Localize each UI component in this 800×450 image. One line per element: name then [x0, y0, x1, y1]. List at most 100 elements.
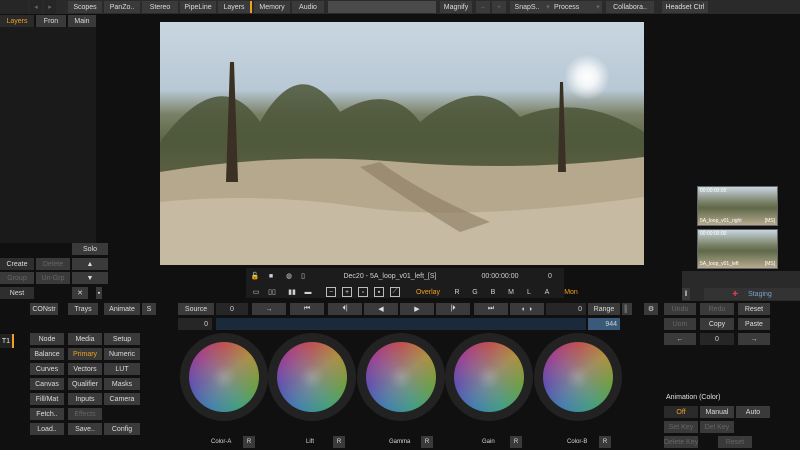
menu-camera[interactable]: Camera [104, 393, 140, 405]
menu-empty-field[interactable] [328, 1, 436, 13]
counter-field[interactable]: 0 [700, 333, 734, 345]
lift-wheel[interactable] [268, 333, 356, 421]
menu-qualifier[interactable]: Qualifier [68, 378, 102, 390]
menu-numeric[interactable]: Numeric [104, 348, 140, 360]
view-wipe-icon[interactable]: ▬ [302, 287, 314, 297]
move-down-icon[interactable]: ▼ [72, 272, 108, 284]
close-icon[interactable]: ✕ [72, 287, 88, 299]
source-frame[interactable]: 0 [216, 303, 248, 315]
camera-icon[interactable]: ■ [264, 271, 278, 281]
source-value[interactable]: 0 [178, 318, 212, 330]
skip-start-icon[interactable]: ⏮ [290, 303, 324, 315]
view-split-icon[interactable]: ▮▮ [286, 287, 298, 297]
menu-blank-button[interactable] [0, 0, 28, 14]
color-a-wheel[interactable] [180, 333, 268, 421]
menu-vectors[interactable]: Vectors [68, 363, 102, 375]
move-up-icon[interactable]: ▲ [72, 258, 108, 270]
menu-pipeline[interactable]: PipeLine [180, 1, 216, 13]
menu-collabora[interactable]: Collabora.. [606, 1, 654, 13]
view-dual-icon[interactable]: ▯▯ [266, 287, 278, 297]
uom-button[interactable]: Uom [664, 318, 696, 330]
animation-reset-button[interactable]: Reset [718, 436, 752, 448]
solo-button[interactable]: Solo [72, 243, 108, 255]
menu-primary[interactable]: Primary [68, 348, 102, 360]
zoom-in-icon[interactable]: + [342, 287, 352, 297]
trash-icon[interactable]: ▯ [298, 271, 308, 281]
channel-g[interactable]: G [470, 287, 480, 297]
panel-collapse-icon[interactable]: ▪ [96, 287, 102, 299]
gain-wheel[interactable] [445, 333, 533, 421]
play-icon[interactable]: ▶ [400, 303, 434, 315]
menu-fetch[interactable]: Fetch.. [30, 408, 64, 420]
color-b-reset[interactable]: R [599, 436, 611, 448]
frame-icon[interactable]: ▪ [374, 287, 384, 297]
range-value[interactable]: 944 [588, 318, 620, 330]
color-a-reset[interactable]: R [243, 436, 255, 448]
globe-icon[interactable]: ◍ [284, 271, 294, 281]
color-b-wheel[interactable] [534, 333, 622, 421]
tab-trays[interactable]: Trays [68, 303, 98, 315]
delete-key-button[interactable]: Delete Key [664, 436, 698, 448]
monitor-toggle[interactable]: Mon [562, 287, 580, 297]
animation-manual[interactable]: Manual [700, 406, 734, 418]
mark-in-out-icon[interactable]: ◐ ◑ [510, 303, 544, 315]
tab-constr[interactable]: CONstr [30, 303, 58, 315]
track-t1[interactable]: T1 [0, 334, 14, 348]
undo-button[interactable]: Undo [664, 303, 696, 315]
menu-audio[interactable]: Audio [292, 1, 324, 13]
create-button[interactable]: Create [0, 258, 34, 270]
del-key-button[interactable]: Del Key [700, 421, 734, 433]
gamma-wheel[interactable] [357, 333, 445, 421]
source-button[interactable]: Source [178, 303, 214, 315]
animation-off[interactable]: Off [664, 406, 698, 418]
skip-end-icon[interactable]: ⏭ [474, 303, 508, 315]
snapshot-dropdown-icon[interactable]: ▾ [544, 1, 552, 13]
step-forward-icon[interactable]: |⏵ [436, 303, 470, 315]
nest-button[interactable]: Nest [0, 287, 34, 299]
channel-r[interactable]: R [452, 287, 462, 297]
reset-button[interactable]: Reset [738, 303, 770, 315]
menu-memory[interactable]: Memory [254, 1, 290, 13]
view-single-icon[interactable]: ▭ [250, 287, 262, 297]
tab-animate[interactable]: Animate [104, 303, 140, 315]
thumbnail-right[interactable]: 00:00:00:00 5A_loop_v01_right [MS] [697, 186, 778, 226]
process-dropdown-icon[interactable]: ▾ [594, 1, 602, 13]
menu-inputs[interactable]: Inputs [68, 393, 102, 405]
next-arrow-icon[interactable]: → [738, 333, 770, 345]
ungroup-button[interactable]: Un-Grp [36, 272, 70, 284]
menu-node[interactable]: Node [30, 333, 64, 345]
menu-magnify[interactable]: Magnify [440, 1, 472, 13]
menu-save[interactable]: Save.. [68, 423, 102, 435]
redo-button[interactable]: Redo [700, 303, 734, 315]
menu-media[interactable]: Media [68, 333, 102, 345]
animation-auto[interactable]: Auto [736, 406, 770, 418]
staging-button[interactable]: ✚ Staging [704, 288, 800, 300]
staging-pause-icon[interactable]: ‖ [682, 288, 690, 300]
channel-m[interactable]: M [506, 287, 516, 297]
menu-setup[interactable]: Setup [104, 333, 140, 345]
video-viewer[interactable] [160, 22, 644, 265]
channel-a[interactable]: A [542, 287, 552, 297]
settings-gear-icon[interactable]: ⚙ [644, 303, 658, 315]
plus-icon[interactable]: + [492, 1, 506, 13]
channel-l[interactable]: L [524, 287, 534, 297]
menu-back-icon[interactable]: ◂ [30, 0, 42, 14]
menu-stereo[interactable]: Stereo [142, 1, 178, 13]
goto-icon[interactable]: → [252, 303, 286, 315]
tab-from[interactable]: Fron [36, 15, 66, 27]
menu-canvas[interactable]: Canvas [30, 378, 64, 390]
paste-button[interactable]: Paste [738, 318, 770, 330]
delete-button[interactable]: Delete [36, 258, 70, 270]
menu-scopes[interactable]: Scopes [68, 1, 102, 13]
menu-masks[interactable]: Masks [104, 378, 140, 390]
menu-forward-icon[interactable]: ▸ [44, 0, 56, 14]
grade-icon[interactable]: ⟋ [390, 287, 400, 297]
tab-layers[interactable]: Layers [0, 15, 34, 27]
timeline-track[interactable] [216, 318, 586, 330]
menu-fill-mat[interactable]: Fill/Mat [30, 393, 64, 405]
minus-icon[interactable]: – [476, 1, 490, 13]
tab-s[interactable]: S [142, 303, 156, 315]
menu-effects[interactable]: Effects [68, 408, 102, 420]
range-button[interactable]: Range [588, 303, 620, 315]
lock-icon[interactable]: 🔓 [250, 271, 260, 281]
